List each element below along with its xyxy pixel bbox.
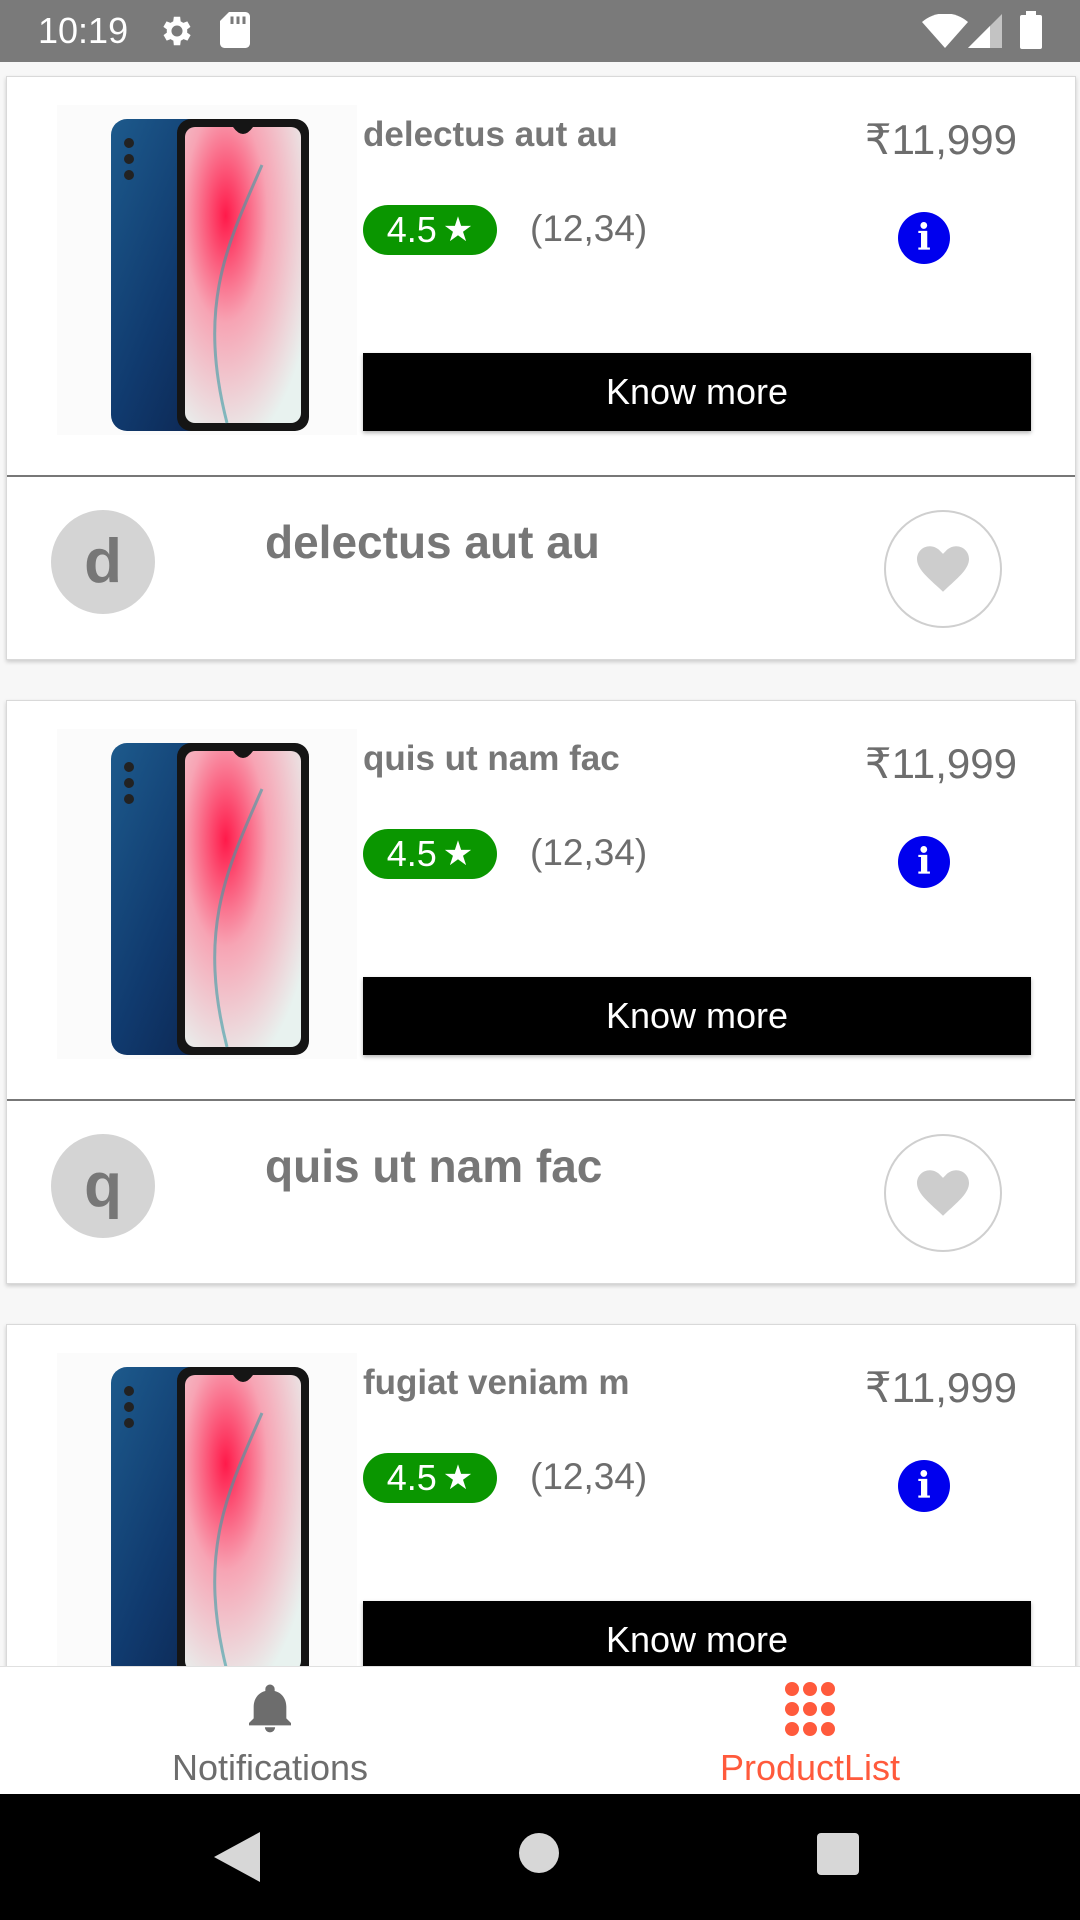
product-name: fugiat veniam m <box>363 1363 630 1402</box>
battery-icon <box>1020 11 1042 49</box>
wifi-icon <box>922 14 968 48</box>
info-button[interactable]: i <box>898 1460 950 1512</box>
avatar: q <box>51 1134 155 1238</box>
status-bar: 10:19 <box>0 0 1080 62</box>
sd-card-icon <box>220 12 250 48</box>
signal-icon <box>968 14 1002 48</box>
know-more-button[interactable]: Know more <box>363 1601 1031 1666</box>
back-icon[interactable] <box>214 1832 260 1882</box>
rating-value: 4.5 <box>386 1457 437 1498</box>
heart-icon <box>917 546 969 592</box>
gear-icon <box>163 16 191 46</box>
grid-icon <box>785 1682 835 1736</box>
info-icon: i <box>917 1465 931 1507</box>
know-more-button[interactable]: Know more <box>363 353 1031 431</box>
product-footer-name: delectus aut au <box>265 516 600 568</box>
info-icon: i <box>917 841 931 883</box>
rating-badge: 4.5 ★ <box>363 829 497 879</box>
status-time: 10:19 <box>38 10 129 51</box>
product-card: quis ut nam fac ₹11,999 4.5 ★ (12,34) i … <box>6 700 1076 1284</box>
system-nav-bar <box>0 1794 1080 1920</box>
product-price: ₹11,999 <box>864 740 1017 787</box>
product-card: delectus aut au ₹11,999 4.5 ★ (12,34) i … <box>6 76 1076 660</box>
favorite-button[interactable] <box>884 1134 1002 1252</box>
product-image[interactable] <box>57 105 357 435</box>
tab-productlist[interactable]: ProductList <box>540 1667 1080 1795</box>
review-count: (12,34) <box>530 1456 648 1497</box>
product-name: delectus aut au <box>363 115 618 154</box>
star-icon: ★ <box>442 1459 474 1497</box>
rating-value: 4.5 <box>386 209 437 250</box>
tab-notifications[interactable]: Notifications <box>0 1667 540 1795</box>
favorite-button[interactable] <box>884 510 1002 628</box>
tab-label: Notifications <box>171 1747 369 1788</box>
review-count: (12,34) <box>530 832 648 873</box>
product-image[interactable] <box>57 729 357 1059</box>
tab-label: ProductList <box>719 1747 901 1788</box>
info-icon: i <box>917 217 931 259</box>
review-count: (12,34) <box>530 208 648 249</box>
rating-value: 4.5 <box>386 833 437 874</box>
rating-badge: 4.5 ★ <box>363 205 497 255</box>
product-footer-name: quis ut nam fac <box>265 1140 603 1192</box>
product-list[interactable]: delectus aut au ₹11,999 4.5 ★ (12,34) i … <box>0 62 1080 1666</box>
star-icon: ★ <box>442 835 474 873</box>
divider <box>7 475 1075 477</box>
info-button[interactable]: i <box>898 836 950 888</box>
home-icon[interactable] <box>519 1833 559 1873</box>
recent-apps-icon[interactable] <box>817 1833 859 1875</box>
heart-icon <box>917 1170 969 1216</box>
bell-icon <box>249 1684 291 1733</box>
product-price: ₹11,999 <box>864 116 1017 163</box>
rating-badge: 4.5 ★ <box>363 1453 497 1503</box>
avatar: d <box>51 510 155 614</box>
info-button[interactable]: i <box>898 212 950 264</box>
bottom-tab-bar: Notifications ProductList <box>0 1666 1080 1795</box>
divider <box>7 1099 1075 1101</box>
star-icon: ★ <box>442 211 474 249</box>
product-name: quis ut nam fac <box>363 739 620 778</box>
product-card: fugiat veniam m ₹11,999 4.5 ★ (12,34) i … <box>6 1324 1076 1666</box>
product-image[interactable] <box>57 1353 357 1666</box>
product-price: ₹11,999 <box>864 1364 1017 1411</box>
know-more-button[interactable]: Know more <box>363 977 1031 1055</box>
